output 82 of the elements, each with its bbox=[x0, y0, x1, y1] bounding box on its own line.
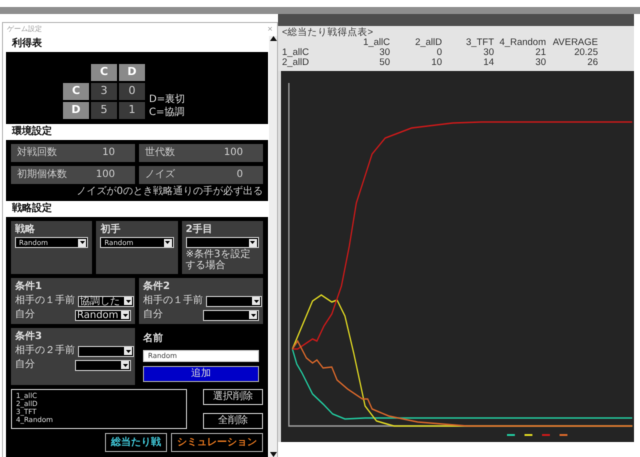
delete-button[interactable]: 選択削除 bbox=[203, 389, 263, 405]
table-cell-text: 14 bbox=[482, 58, 494, 68]
table-cell-text: 30 bbox=[378, 48, 390, 58]
field-label: ノイズ bbox=[145, 169, 175, 181]
dropdown-arrow-icon[interactable] bbox=[124, 297, 132, 305]
column-header: AVERAGE bbox=[552, 38, 598, 48]
dropdown[interactable]: 協調した bbox=[78, 296, 134, 306]
column-header: 3_TFT bbox=[465, 38, 494, 48]
scroll-up-icon[interactable] bbox=[270, 36, 276, 41]
column-header: 2_allD bbox=[414, 38, 442, 48]
dropdown-arrow-icon[interactable] bbox=[121, 311, 129, 319]
table-cell-text: 30 bbox=[534, 58, 546, 68]
dropdown[interactable] bbox=[203, 310, 259, 320]
selector-label: 戦略 bbox=[15, 224, 36, 236]
dropdown-arrow-icon[interactable] bbox=[124, 347, 132, 355]
legend-text: C=協調 bbox=[149, 106, 186, 119]
table-cell-text: 26 bbox=[586, 58, 598, 68]
legend-text: D=裏切 bbox=[149, 93, 186, 106]
column-header: 1_allC bbox=[362, 38, 390, 48]
dropdown-arrow-icon[interactable] bbox=[252, 297, 260, 305]
field-value: 0 bbox=[236, 169, 243, 181]
name-label: 名前 bbox=[143, 332, 164, 346]
row-label: 相手の２手前 bbox=[15, 345, 75, 357]
section-heading: 利得表 bbox=[10, 36, 43, 51]
table-cell-text: 20.25 bbox=[573, 48, 598, 58]
dropdown-arrow-icon[interactable] bbox=[248, 238, 257, 246]
table-cell-text: 30 bbox=[482, 48, 494, 58]
table-title: <総当たり戦得点表> bbox=[282, 28, 374, 38]
note-text: ※条件3を設定する場合 bbox=[186, 249, 252, 271]
scroll-down-icon[interactable] bbox=[270, 452, 276, 457]
run-button[interactable]: 総当たり戦 bbox=[105, 433, 167, 452]
setting-field[interactable]: 世代数 100 bbox=[139, 144, 263, 162]
table-cell-text: 21 bbox=[534, 48, 546, 58]
column-header: 4_Random bbox=[498, 38, 546, 48]
field-label: 世代数 bbox=[145, 147, 175, 159]
setting-field[interactable]: 対戦回数 10 bbox=[11, 144, 135, 162]
selector-label: 初手 bbox=[100, 224, 122, 236]
row-label: 自分 bbox=[143, 309, 163, 321]
dropdown[interactable]: Random bbox=[75, 310, 131, 320]
dropdown-arrow-icon[interactable] bbox=[78, 238, 86, 246]
row-label: 自分 bbox=[15, 309, 35, 321]
field-label: 対戦回数 bbox=[17, 147, 57, 159]
selector-label: 2手目 bbox=[186, 224, 214, 236]
run-button[interactable]: シミュレーション bbox=[171, 433, 263, 452]
dropdown-arrow-icon[interactable] bbox=[164, 238, 172, 246]
table-cell-text: 0 bbox=[436, 48, 442, 58]
matrix-cell: 5 bbox=[91, 102, 117, 119]
field-value: 10 bbox=[102, 147, 115, 159]
section-heading: 環境設定 bbox=[10, 124, 53, 139]
condition-label: 条件1 bbox=[15, 281, 43, 293]
field-value: 100 bbox=[96, 169, 115, 181]
row-label: 1_allC bbox=[282, 48, 310, 58]
dropdown[interactable] bbox=[78, 346, 134, 356]
dropdown[interactable] bbox=[75, 360, 131, 370]
setting-field[interactable]: 初期個体数 100 bbox=[11, 166, 135, 184]
setting-field[interactable]: ノイズ 0 bbox=[139, 166, 263, 184]
section-heading: 戦略設定 bbox=[10, 201, 53, 216]
matrix-cell: 3 bbox=[91, 83, 117, 100]
dropdown[interactable] bbox=[186, 237, 259, 248]
matrix-cell: 1 bbox=[119, 102, 145, 119]
matrix-header: C bbox=[63, 83, 89, 100]
field-label: 初期個体数 bbox=[17, 169, 67, 181]
dropdown-arrow-icon[interactable] bbox=[249, 311, 257, 319]
scrollbar[interactable] bbox=[269, 36, 277, 457]
matrix-cell: 0 bbox=[119, 83, 145, 100]
dropdown-arrow-icon[interactable] bbox=[121, 361, 129, 369]
note-text: ノイズが0のとき戦略通りの手が必ず出る bbox=[76, 186, 263, 197]
row-label: 自分 bbox=[15, 359, 35, 371]
row-label: 相手の１手前 bbox=[15, 295, 75, 307]
matrix-header: C bbox=[91, 64, 117, 81]
table-cell-text: 50 bbox=[378, 58, 390, 68]
table-cell-text: 10 bbox=[430, 58, 442, 68]
matrix-header: D bbox=[119, 64, 145, 81]
dropdown[interactable] bbox=[206, 296, 262, 306]
condition-label: 条件2 bbox=[143, 281, 171, 293]
add-button[interactable]: 追加 bbox=[143, 366, 259, 382]
field-value: 100 bbox=[224, 147, 243, 159]
condition-label: 条件3 bbox=[15, 331, 43, 343]
delete-button[interactable]: 全削除 bbox=[203, 413, 263, 429]
row-label: 相手の１手前 bbox=[143, 295, 203, 307]
matrix-header: D bbox=[63, 102, 89, 119]
row-label: 2_allD bbox=[282, 58, 310, 68]
